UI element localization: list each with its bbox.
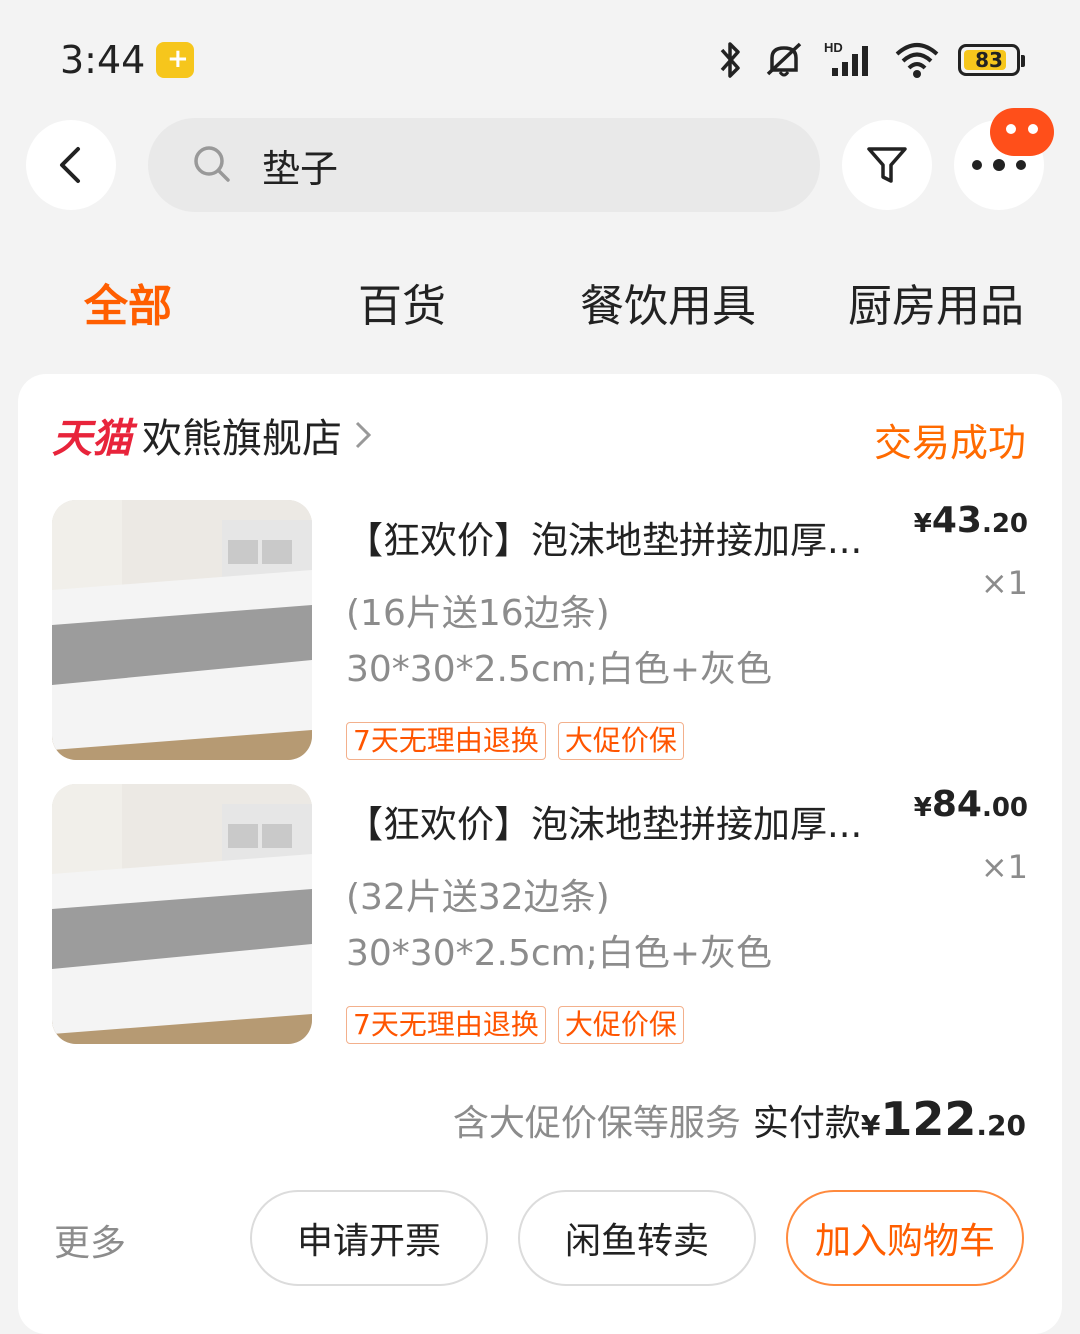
tag-price-protection: 大促价保 xyxy=(557,722,684,760)
filter-button[interactable] xyxy=(842,120,932,210)
price-currency: ¥ xyxy=(913,509,932,539)
request-invoice-button[interactable]: 申请开票 xyxy=(250,1190,488,1286)
search-icon xyxy=(194,146,230,182)
product-spec-quantity: (32片送32边条) xyxy=(346,877,610,918)
battery-icon: 83 xyxy=(958,44,1025,76)
tag-7day-return: 7天无理由退换 xyxy=(346,722,546,760)
notification-app-icon xyxy=(156,42,194,78)
tag-7day-return: 7天无理由退换 xyxy=(346,1006,546,1044)
category-tabs: 全部 百货 餐饮用具 厨房用品 xyxy=(0,270,1080,332)
total-decimal: .20 xyxy=(976,1109,1026,1142)
tab-kitchen[interactable]: 厨房用品 xyxy=(848,270,1024,334)
order-status: 交易成功 xyxy=(873,421,1026,465)
product-title[interactable]: 【狂欢价】泡沫地垫拼接加厚... xyxy=(346,794,896,848)
total-integer: 122 xyxy=(880,1092,977,1146)
product-quantity: ×1 xyxy=(980,848,1028,886)
message-badge-icon[interactable] xyxy=(990,108,1054,156)
status-time: 3:44 xyxy=(60,38,146,82)
price-integer: 84 xyxy=(931,784,982,825)
search-input[interactable]: 垫子 xyxy=(262,138,338,193)
product-price: ¥43.20 xyxy=(914,500,1028,541)
order-card[interactable]: 天猫 欢熊旗舰店 交易成功 【狂欢价】泡沫地垫拼接加厚... (16片送16边条… xyxy=(18,374,1062,1334)
back-button[interactable] xyxy=(26,120,116,210)
search-bar[interactable]: 垫子 xyxy=(148,118,820,212)
order-actions: 更多 申请开票 闲鱼转卖 加入购物车 xyxy=(18,1190,1062,1290)
product-price: ¥84.00 xyxy=(914,784,1028,825)
order-item[interactable]: 【狂欢价】泡沫地垫拼接加厚... (32片送32边条) 30*30*2.5cm;… xyxy=(52,784,1028,1044)
status-icons: HD 83 xyxy=(716,40,1025,80)
service-tags: 7天无理由退换 大促价保 xyxy=(346,1006,684,1044)
tag-price-protection: 大促价保 xyxy=(557,1006,684,1044)
price-decimal: .00 xyxy=(981,793,1028,823)
battery-level: 83 xyxy=(975,48,1003,72)
total-amount: ¥122.20 xyxy=(861,1092,1026,1146)
wifi-icon xyxy=(895,43,939,78)
service-tags: 7天无理由退换 大促价保 xyxy=(346,722,684,760)
product-spec-size-color: 30*30*2.5cm;白色+灰色 xyxy=(346,933,773,974)
resell-button[interactable]: 闲鱼转卖 xyxy=(518,1190,756,1286)
tab-tableware[interactable]: 餐饮用具 xyxy=(580,270,756,334)
total-service-note: 含大促价保等服务 xyxy=(452,1103,741,1144)
product-spec-size-color: 30*30*2.5cm;白色+灰色 xyxy=(346,649,773,690)
product-image[interactable] xyxy=(52,500,312,760)
tmall-logo: 天猫 xyxy=(52,416,132,462)
signal-icon: HD xyxy=(824,40,868,76)
add-to-cart-button[interactable]: 加入购物车 xyxy=(786,1190,1024,1286)
bluetooth-icon xyxy=(720,42,740,78)
product-spec-quantity: (16片送16边条) xyxy=(346,593,610,634)
price-integer: 43 xyxy=(931,500,982,541)
store-link[interactable]: 天猫 欢熊旗舰店 xyxy=(52,410,372,462)
order-item[interactable]: 【狂欢价】泡沫地垫拼接加厚... (16片送16边条) 30*30*2.5cm;… xyxy=(52,500,1028,760)
product-title[interactable]: 【狂欢价】泡沫地垫拼接加厚... xyxy=(346,510,896,564)
price-currency: ¥ xyxy=(913,793,932,823)
product-quantity: ×1 xyxy=(980,564,1028,602)
price-decimal: .20 xyxy=(981,509,1028,539)
mute-icon xyxy=(766,42,802,77)
total-label: 实付款 xyxy=(752,1103,861,1144)
product-image[interactable] xyxy=(52,784,312,1044)
store-name: 欢熊旗舰店 xyxy=(142,416,342,462)
status-bar: 3:44 HD 83 xyxy=(0,0,1080,110)
chevron-right-icon xyxy=(355,421,372,449)
network-type-label: HD xyxy=(824,40,843,55)
more-icon xyxy=(972,159,1026,171)
tab-general-goods[interactable]: 百货 xyxy=(358,270,446,334)
back-icon xyxy=(60,147,80,183)
tab-all[interactable]: 全部 xyxy=(84,270,172,334)
more-actions-link[interactable]: 更多 xyxy=(54,1214,126,1266)
total-currency: ¥ xyxy=(860,1109,881,1142)
order-total: 含大促价保等服务 实付款 ¥122.20 xyxy=(453,1092,1026,1146)
filter-icon xyxy=(867,147,907,183)
